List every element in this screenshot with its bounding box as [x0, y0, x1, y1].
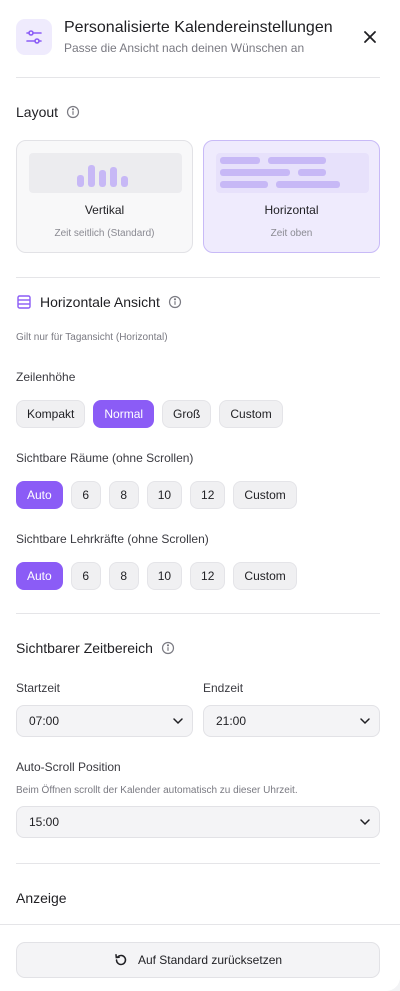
divider: [16, 277, 380, 278]
rooms-8[interactable]: 8: [108, 481, 139, 509]
teachers-6[interactable]: 6: [70, 562, 101, 590]
display-title: Anzeige: [16, 890, 67, 906]
teachers-label: Sichtbare Lehrkräfte (ohne Scrollen): [16, 532, 209, 546]
row-height-normal[interactable]: Normal: [93, 400, 155, 428]
rooms-auto[interactable]: Auto: [16, 481, 63, 509]
rooms-options: Auto 6 8 10 12 Custom: [16, 481, 297, 509]
info-icon[interactable]: [161, 641, 175, 655]
close-icon: [364, 31, 376, 43]
chevron-down-icon: [360, 718, 370, 725]
rooms-10[interactable]: 10: [146, 481, 183, 509]
teachers-auto[interactable]: Auto: [16, 562, 63, 590]
layout-option-sub: Zeit oben: [270, 228, 313, 239]
panel-subtitle: Passe die Ansicht nach deinen Wünschen a…: [64, 41, 305, 55]
teachers-options: Auto 6 8 10 12 Custom: [16, 562, 297, 590]
rooms-label: Sichtbare Räume (ohne Scrollen): [16, 451, 194, 465]
divider: [16, 77, 380, 78]
chevron-down-icon: [173, 718, 183, 725]
time-range-title: Sichtbarer Zeitbereich: [16, 640, 153, 656]
close-button[interactable]: [358, 25, 382, 49]
settings-panel: Personalisierte Kalendereinstellungen Pa…: [0, 0, 400, 991]
start-time-value: 07:00: [29, 714, 60, 728]
reset-label: Auf Standard zurücksetzen: [137, 953, 283, 967]
horizontal-hint: Gilt nur für Tagansicht (Horizontal): [16, 332, 168, 343]
layout-option-label: Vertikal: [84, 203, 125, 217]
layout-option-horizontal[interactable]: Horizontal Zeit oben: [203, 140, 380, 253]
row-height-custom[interactable]: Custom: [219, 400, 283, 428]
autoscroll-select[interactable]: 15:00: [16, 806, 380, 838]
horizontal-title: Horizontale Ansicht: [40, 294, 160, 310]
layout-option-sub: Zeit seitlich (Standard): [54, 228, 155, 239]
teachers-8[interactable]: 8: [108, 562, 139, 590]
chevron-down-icon: [360, 819, 370, 826]
rooms-6[interactable]: 6: [70, 481, 101, 509]
reset-icon: [115, 954, 127, 966]
divider: [16, 613, 380, 614]
autoscroll-value: 15:00: [29, 815, 60, 829]
layout-title: Layout: [16, 104, 59, 120]
sliders-icon: [16, 19, 52, 55]
header-text: Personalisierte Kalendereinstellungen Pa…: [64, 18, 358, 56]
time-range-heading: Sichtbarer Zeitbereich: [16, 640, 175, 656]
rooms-12[interactable]: 12: [190, 481, 226, 509]
row-height-kompakt[interactable]: Kompakt: [16, 400, 86, 428]
row-height-gross[interactable]: Groß: [162, 400, 212, 428]
horizontal-preview: [216, 153, 369, 193]
info-icon[interactable]: [66, 105, 80, 119]
start-time-label: Startzeit: [16, 681, 61, 695]
layout-option-vertical[interactable]: Vertikal Zeit seitlich (Standard): [16, 140, 193, 253]
layout-option-label: Horizontal: [264, 203, 319, 217]
reset-button[interactable]: Auf Standard zurücksetzen: [16, 942, 380, 978]
panel-footer: Auf Standard zurücksetzen: [0, 924, 400, 991]
start-time-select[interactable]: 07:00: [16, 705, 193, 737]
layout-heading: Layout: [16, 104, 80, 120]
autoscroll-hint: Beim Öffnen scrollt der Kalender automat…: [16, 785, 298, 796]
vertical-preview: [29, 153, 182, 193]
end-time-value: 21:00: [216, 714, 247, 728]
row-height-label: Zeilenhöhe: [16, 370, 76, 384]
autoscroll-label: Auto-Scroll Position: [16, 760, 121, 774]
end-time-select[interactable]: 21:00: [203, 705, 380, 737]
divider: [16, 863, 380, 864]
teachers-10[interactable]: 10: [146, 562, 183, 590]
rows-icon: [17, 295, 31, 309]
settings-scroll-area[interactable]: Layout Vertikal Zeit seitlich (Standard): [0, 74, 400, 924]
info-icon[interactable]: [168, 295, 182, 309]
row-height-options: Kompakt Normal Groß Custom: [16, 400, 283, 428]
rooms-custom[interactable]: Custom: [233, 481, 297, 509]
teachers-12[interactable]: 12: [190, 562, 226, 590]
teachers-custom[interactable]: Custom: [233, 562, 297, 590]
panel-header: Personalisierte Kalendereinstellungen Pa…: [0, 0, 400, 74]
horizontal-heading: Horizontale Ansicht: [16, 294, 182, 310]
panel-title: Personalisierte Kalendereinstellungen: [64, 19, 333, 36]
end-time-label: Endzeit: [203, 681, 244, 695]
